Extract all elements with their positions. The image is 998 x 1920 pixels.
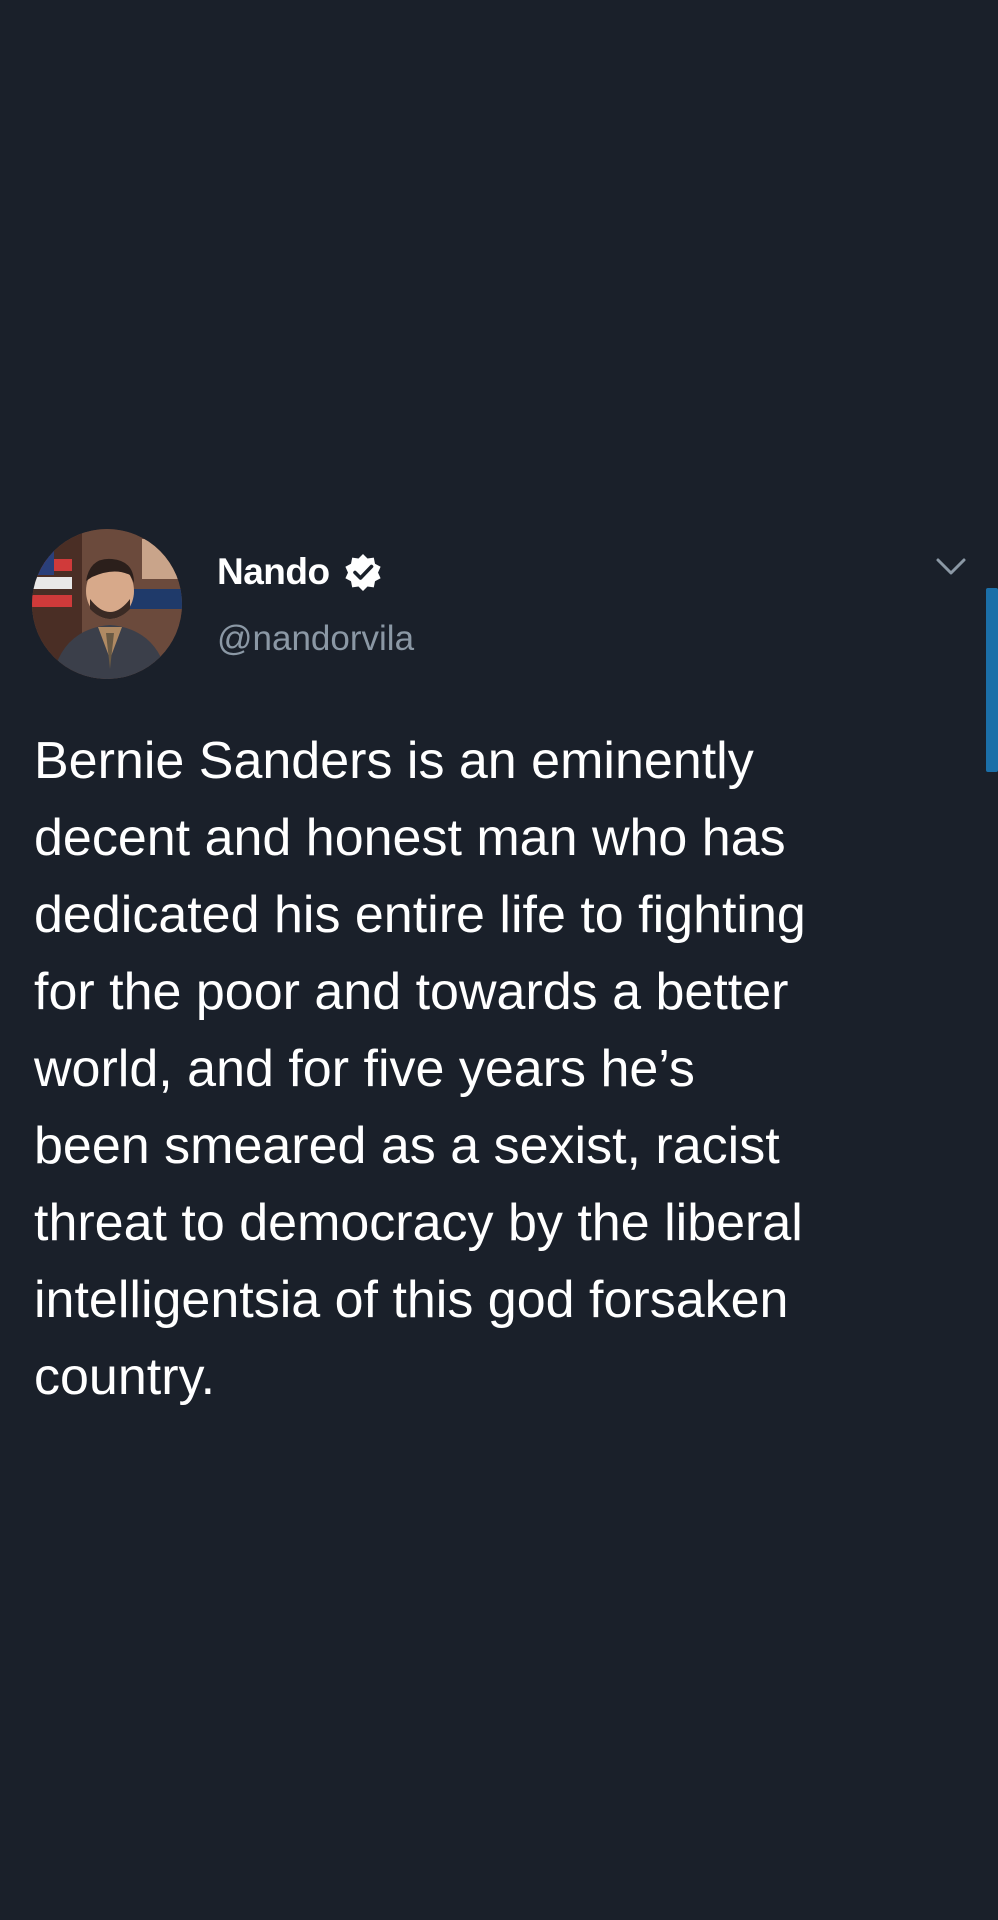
tweet-text-line: world, and for five years he’s (34, 1040, 695, 1098)
scroll-indicator[interactable] (986, 588, 998, 772)
tweet-card[interactable]: Nando @nandorvila Bernie Sanders is an e… (0, 525, 998, 1425)
author-handle[interactable]: @nandorvila (217, 619, 414, 659)
profile-photo-icon (32, 529, 182, 679)
tweet-text-line: decent and honest man who has (34, 809, 786, 867)
tweet-text-line: intelligentsia of this god forsaken (34, 1271, 789, 1329)
tweet-text-line: threat to democracy by the liberal (34, 1194, 803, 1252)
avatar[interactable] (32, 529, 182, 679)
tweet-text: Bernie Sanders is an eminently decent an… (34, 723, 964, 1416)
tweet-text-line: Bernie Sanders is an eminently (34, 732, 754, 790)
tweet-text-line: dedicated his entire life to fighting (34, 886, 806, 944)
verified-badge-icon (344, 553, 382, 591)
chevron-down-icon[interactable] (934, 555, 968, 579)
tweet-text-line: for the poor and towards a better (34, 963, 789, 1021)
author-name-row: Nando (217, 549, 382, 595)
display-name[interactable]: Nando (217, 551, 330, 593)
tweet-text-line: country. (34, 1348, 216, 1406)
tweet-text-line: been smeared as a sexist, racist (34, 1117, 780, 1175)
